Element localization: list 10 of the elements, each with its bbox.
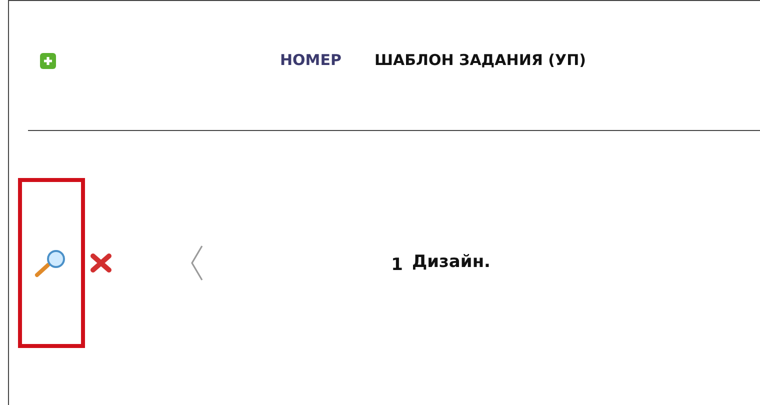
close-icon bbox=[90, 253, 112, 273]
view-button[interactable] bbox=[18, 178, 85, 348]
delete-button[interactable] bbox=[88, 252, 114, 274]
plus-icon bbox=[43, 56, 53, 66]
add-button[interactable] bbox=[40, 52, 56, 68]
column-header[interactable]: НОМЕР bbox=[280, 49, 342, 72]
template-name: Дизайн. bbox=[412, 251, 491, 274]
row-number: 1 bbox=[390, 254, 403, 278]
chevron-left-icon bbox=[190, 244, 204, 282]
column-header[interactable]: ШАБЛОН ЗАДАНИЯ (УП) bbox=[374, 49, 586, 72]
